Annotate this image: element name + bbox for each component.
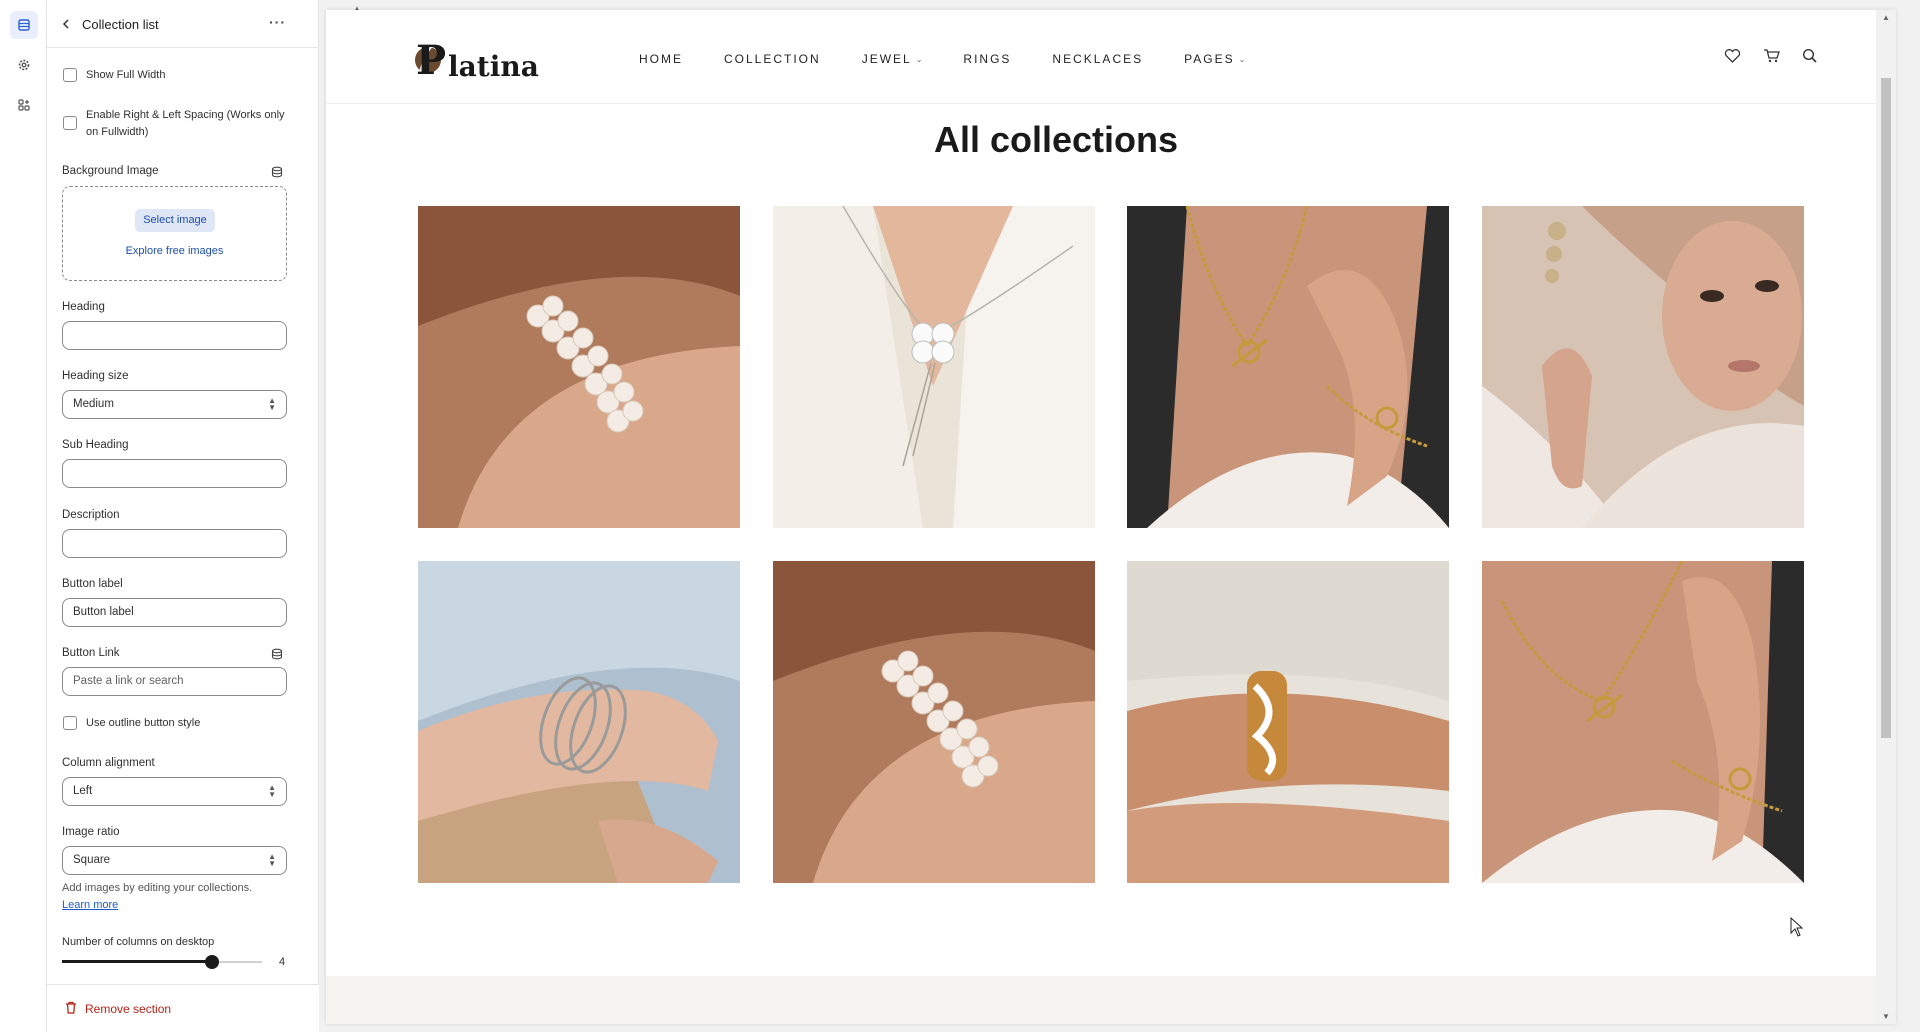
storefront-preview: P latina HOME COLLECTION JEWEL ⌄ RINGS NECKLA… (326, 10, 1896, 1024)
heart-icon[interactable] (1724, 48, 1741, 69)
button-label-label: Button label (62, 578, 123, 590)
image-ratio-value: Square (73, 854, 111, 866)
nav-item-label: JEWEL (861, 52, 912, 66)
nav-item-collection[interactable]: COLLECTION (724, 52, 821, 66)
dynamic-source-icon[interactable] (271, 647, 283, 665)
collection-card-gold-necklace[interactable] (1127, 206, 1449, 528)
select-arrows-icon: ▲ ▼ (268, 852, 276, 868)
nav-item-pages[interactable]: PAGES ⌄ (1184, 52, 1245, 66)
image-ratio-label: Image ratio (62, 826, 120, 838)
select-image-button[interactable]: Select image (135, 209, 215, 232)
preview-scrollbar[interactable]: ▲ ▼ (1876, 10, 1896, 1024)
select-arrows-icon: ▲ ▼ (268, 783, 276, 799)
dynamic-source-icon[interactable] (271, 165, 283, 183)
heading-input[interactable] (62, 321, 287, 350)
columns-slider[interactable] (62, 954, 262, 970)
site-header: P latina HOME COLLECTION JEWEL ⌄ RINGS NECKLA… (326, 10, 1896, 104)
preview-scroll-thumb[interactable] (1881, 78, 1891, 738)
enable-spacing-checkbox[interactable] (63, 116, 77, 130)
nav-item-rings[interactable]: RINGS (963, 52, 1011, 66)
collection-card-clover-necklace[interactable] (773, 206, 1095, 528)
columns-value: 4 (279, 956, 286, 968)
heading-size-select[interactable]: Medium ▲ ▼ (62, 390, 287, 419)
button-label-input[interactable]: Button label (62, 598, 287, 627)
image-drop-zone: Select image Explore free images (62, 186, 287, 281)
more-options-button[interactable]: ··· (269, 14, 286, 30)
nav-item-label: PAGES (1184, 52, 1235, 66)
remove-section-button[interactable]: Remove section (65, 1001, 171, 1017)
chevron-down-icon: ⌄ (1238, 54, 1246, 64)
next-section-band (326, 976, 1896, 1024)
collection-card-pearl-bracelet-2[interactable] (773, 561, 1095, 883)
collection-card-chain-cuff[interactable] (1127, 561, 1449, 883)
gear-icon[interactable] (10, 51, 38, 79)
search-icon[interactable] (1802, 48, 1818, 69)
image-help-text: Add images by editing your collections. (62, 882, 253, 894)
slider-fill (62, 960, 212, 963)
explore-free-images-link[interactable]: Explore free images (63, 245, 286, 257)
mouse-cursor-icon (1790, 916, 1804, 942)
button-link-input[interactable]: Paste a link or search (62, 667, 287, 696)
apps-icon[interactable] (10, 91, 38, 119)
heading-size-label: Heading size (62, 370, 129, 382)
header-icons (1724, 48, 1818, 69)
description-input[interactable] (62, 529, 287, 558)
panel-footer: Remove section (47, 984, 319, 1032)
heading-size-value: Medium (73, 398, 114, 410)
learn-more-link[interactable]: Learn more (62, 899, 118, 911)
page-title: All collections (933, 119, 1179, 160)
logo-initial: P (416, 37, 446, 84)
panel-header: Collection list ··· (47, 0, 319, 48)
panel-body: Show Full Width Enable Right & Left Spac… (47, 48, 319, 984)
logo-text: latina (448, 50, 539, 83)
nav-item-necklaces[interactable]: NECKLACES (1052, 52, 1143, 66)
show-full-width-checkbox[interactable] (63, 68, 77, 82)
sub-heading-label: Sub Heading (62, 439, 129, 451)
icon-rail (0, 0, 47, 1032)
columns-label: Number of columns on desktop (62, 936, 215, 948)
settings-panel: Collection list ··· Show Full Width Enab… (47, 0, 366, 1032)
collection-card-pearl-bracelet[interactable] (418, 206, 740, 528)
scroll-down-icon[interactable]: ▼ (1882, 1012, 1890, 1021)
column-alignment-value: Left (73, 785, 93, 797)
nav-item-label: RINGS (963, 52, 1012, 66)
cart-icon[interactable] (1763, 48, 1780, 69)
remove-section-label: Remove section (85, 1002, 172, 1016)
scroll-up-icon[interactable]: ▲ (1882, 13, 1890, 22)
collection-card-toggle-necklace[interactable] (1482, 561, 1804, 883)
heading-label: Heading (62, 301, 105, 313)
select-arrows-icon: ▲ ▼ (268, 396, 276, 412)
panel-title: Collection list (82, 17, 159, 32)
show-full-width-label: Show Full Width (86, 69, 166, 81)
nav-item-jewel[interactable]: JEWEL ⌄ (862, 52, 923, 66)
site-logo[interactable]: P latina (406, 30, 546, 86)
collection-card-earrings-model[interactable] (1482, 206, 1804, 528)
back-arrow-icon[interactable] (61, 17, 71, 35)
nav-item-label: NECKLACES (1052, 52, 1144, 66)
nav-item-label: HOME (639, 52, 683, 66)
enable-spacing-label: Enable Right & Left Spacing (Works only … (86, 109, 285, 138)
outline-style-checkbox[interactable] (63, 716, 77, 730)
outline-style-label: Use outline button style (86, 717, 201, 729)
background-image-label: Background Image (62, 165, 159, 177)
sections-icon[interactable] (10, 11, 38, 39)
slider-thumb[interactable] (205, 955, 219, 969)
image-ratio-select[interactable]: Square ▲ ▼ (62, 846, 287, 875)
main-nav: HOME COLLECTION JEWEL ⌄ RINGS NECKLACES PAGES ⌄ (639, 52, 1245, 66)
button-link-label: Button Link (62, 647, 120, 659)
chevron-down-icon: ⌄ (915, 54, 923, 64)
column-alignment-select[interactable]: Left ▲ ▼ (62, 777, 287, 806)
nav-item-label: COLLECTION (724, 52, 821, 66)
column-alignment-label: Column alignment (62, 757, 155, 769)
collection-card-silver-bangles[interactable] (418, 561, 740, 883)
trash-icon (65, 1001, 77, 1017)
sub-heading-input[interactable] (62, 459, 287, 488)
nav-item-home[interactable]: HOME (639, 52, 683, 66)
description-label: Description (62, 509, 120, 521)
